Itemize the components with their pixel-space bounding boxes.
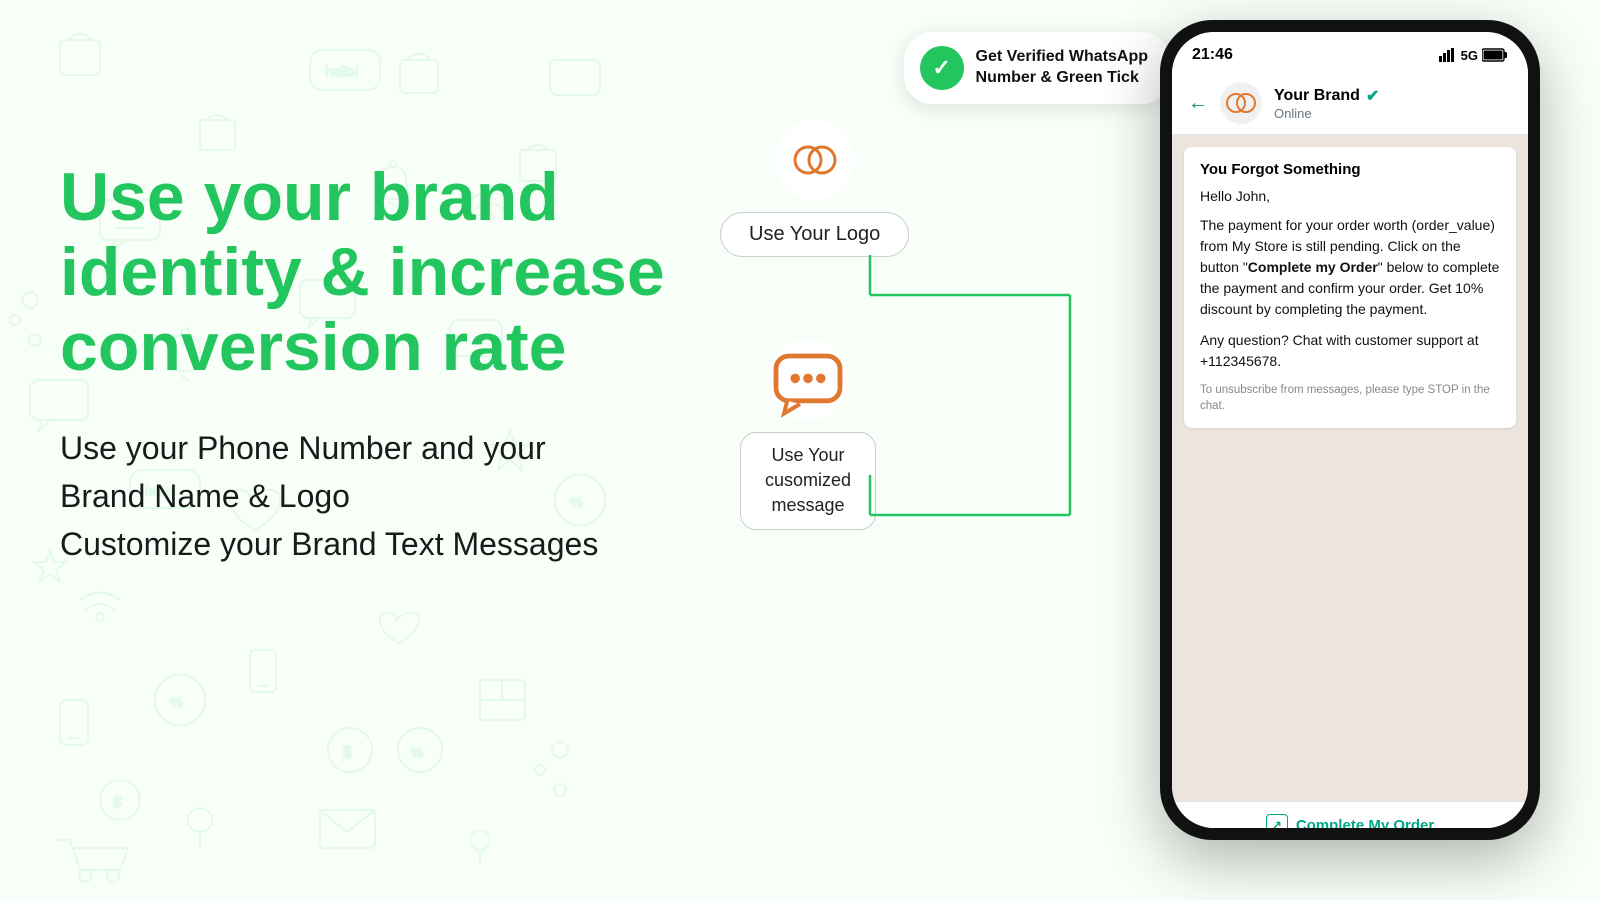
message-icon <box>768 340 848 420</box>
verified-check-icon: ✓ <box>920 46 964 90</box>
phone-time: 21:46 <box>1192 46 1233 64</box>
sub-text: Use your Phone Number and your Brand Nam… <box>60 424 680 568</box>
phone-screen: 21:46 5G <box>1172 32 1528 828</box>
wa-contact-name: Your Brand ✔ <box>1274 86 1512 106</box>
use-message-label: Use Yourcusomizedmessage <box>740 432 876 530</box>
wa-message-title: You Forgot Something <box>1200 161 1500 178</box>
verified-tick-icon: ✔ <box>1366 86 1379 106</box>
subtext-line1: Use your Phone Number and your <box>60 430 546 466</box>
phone-signals: 5G <box>1439 48 1508 63</box>
wa-message-bubble: You Forgot Something Hello John, The pay… <box>1184 147 1516 428</box>
wa-chat-area: You Forgot Something Hello John, The pay… <box>1172 135 1528 801</box>
subtext-line2: Brand Name & Logo <box>60 478 350 514</box>
wa-contact-info: Your Brand ✔ Online <box>1274 86 1512 121</box>
wa-contact-status: Online <box>1274 106 1512 121</box>
use-logo-label: Use Your Logo <box>720 212 909 257</box>
wa-cta-button[interactable]: ↗ Complete My Order <box>1266 814 1434 828</box>
verified-callout: ✓ Get Verified WhatsApp Number & Green T… <box>904 32 1170 104</box>
svg-text:hello!: hello! <box>325 63 358 79</box>
wa-cta-area[interactable]: ↗ Complete My Order <box>1172 801 1528 828</box>
main-heading: Use your brand identity & increase conve… <box>60 160 680 384</box>
wa-avatar <box>1220 82 1262 124</box>
svg-text:$: $ <box>113 794 122 811</box>
battery-icon <box>1482 48 1508 62</box>
signal-icon <box>1439 48 1457 62</box>
external-link-icon: ↗ <box>1266 814 1288 828</box>
phone-frame: 21:46 5G <box>1160 20 1540 840</box>
phone-status-bar: 21:46 5G <box>1172 32 1528 72</box>
wa-body-main: The payment for your order worth (order_… <box>1200 215 1500 320</box>
svg-text:%: % <box>170 694 182 710</box>
callout-line2: Number & Green Tick <box>976 68 1148 89</box>
svg-text:$: $ <box>343 744 352 761</box>
callout-line1: Get Verified WhatsApp <box>976 47 1148 68</box>
wa-greeting: Hello John, <box>1200 186 1500 207</box>
floating-logo-block: Use Your Logo <box>720 120 909 317</box>
subtext-line3: Customize your Brand Text Messages <box>60 526 598 562</box>
heading-line2: identity & increase <box>60 234 665 310</box>
wa-message-body: Hello John, The payment for your order w… <box>1200 186 1500 414</box>
wa-header: ← Your Brand ✔ Online <box>1172 72 1528 135</box>
phone-container: 21:46 5G <box>1160 20 1560 880</box>
wa-body-support: Any question? Chat with customer support… <box>1200 330 1500 372</box>
heading-line3: conversion rate <box>60 309 566 385</box>
back-arrow-icon[interactable]: ← <box>1188 92 1208 115</box>
floating-message-block: Use Yourcusomizedmessage <box>720 340 876 530</box>
heading-line1: Use your brand <box>60 159 559 235</box>
svg-text:%: % <box>411 745 423 760</box>
brand-logo-icon <box>775 120 855 200</box>
left-section: Use your brand identity & increase conve… <box>60 160 680 568</box>
wa-cta-label: Complete My Order <box>1296 817 1434 829</box>
signal-text: 5G <box>1461 48 1478 63</box>
wa-disclaimer: To unsubscribe from messages, please typ… <box>1200 382 1500 414</box>
